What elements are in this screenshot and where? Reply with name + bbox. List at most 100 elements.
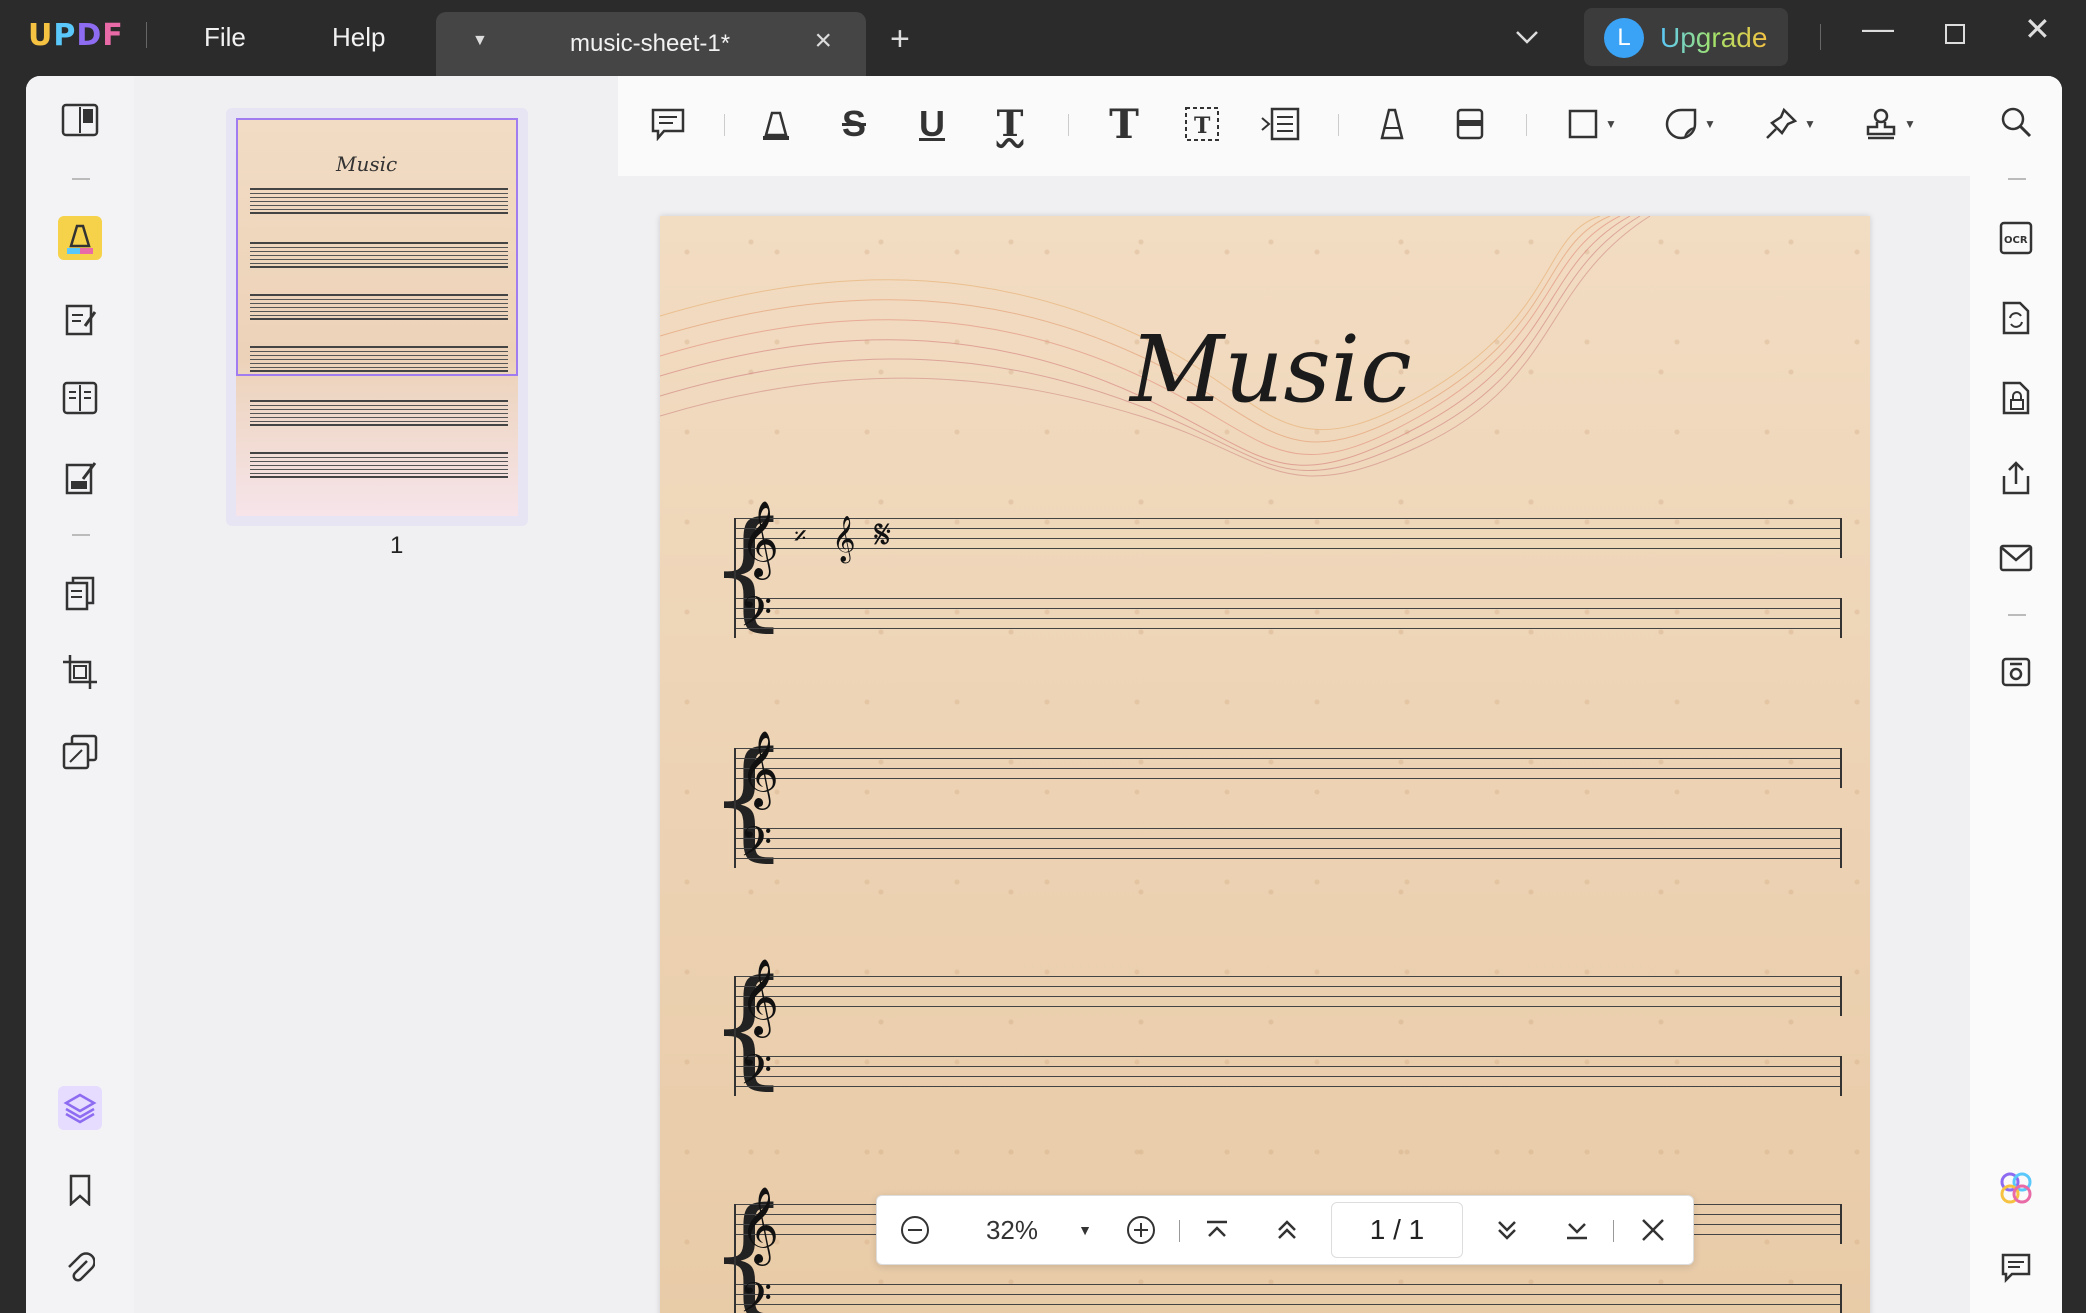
crop-icon[interactable] [58,650,102,694]
divider [72,178,90,180]
ocr-icon[interactable]: OCR [1994,216,2038,260]
svg-text:T: T [1194,113,1211,139]
ai-assistant-icon[interactable] [1994,1166,2038,1210]
new-tab-icon[interactable]: + [890,22,910,56]
document-title: Music [1130,316,1412,423]
divider [1820,24,1821,50]
edit-pdf-icon[interactable] [58,298,102,342]
zoom-dropdown-icon[interactable]: ▼ [1073,1210,1097,1250]
comments-panel-icon[interactable] [1994,1246,2038,1290]
bookmark-icon[interactable] [58,1168,102,1212]
layers-icon[interactable] [58,1086,102,1130]
page-thumbnail[interactable]: Music [226,108,528,526]
zoom-level[interactable]: 32% [967,1210,1057,1250]
bass-clef: 𝄢 [740,1274,773,1313]
bass-staff [734,1284,1842,1313]
pin-icon[interactable]: ▼ [1760,102,1820,146]
eraser-icon[interactable] [1448,102,1492,146]
divider [1068,114,1069,136]
divider [724,114,725,136]
divider [1338,114,1339,136]
tab-dropdown-icon[interactable]: ▼ [472,32,488,50]
grand-staff: { 𝄞 𝄢 [708,730,1842,876]
protect-icon[interactable] [1994,376,2038,420]
upgrade-label: Upgrade [1660,22,1768,53]
svg-text:OCR: OCR [2004,235,2028,246]
organize-pages-icon[interactable] [58,572,102,616]
shape-icon[interactable]: ▼ [1562,102,1622,146]
menu-file[interactable]: File [204,22,246,53]
watermark-icon[interactable] [58,730,102,774]
treble-clef: 𝄞 [740,730,780,807]
grand-staff: { 𝄞 𝄢 [708,958,1842,1104]
sign-icon[interactable] [58,456,102,500]
treble-staff [734,748,1842,788]
minimize-icon[interactable]: — [1862,10,1894,47]
last-page-icon[interactable] [1557,1210,1597,1250]
convert-icon[interactable] [1994,296,2038,340]
text-callout-icon[interactable] [1258,102,1302,146]
bass-clef: 𝄢 [740,588,773,646]
first-page-icon[interactable] [1197,1210,1237,1250]
bass-staff [734,598,1842,638]
sticker-icon[interactable]: ▼ [1660,102,1720,146]
thumbnail-panel: Music 1 [134,76,618,1313]
zoom-out-icon[interactable] [895,1210,935,1250]
upgrade-button[interactable]: L Upgrade [1584,8,1788,66]
small-treble-clef: 𝄞 [832,516,856,562]
highlight-tool-icon[interactable] [58,216,102,260]
bass-clef: 𝄢 [740,818,773,876]
right-toolbar: OCR [1970,76,2062,1313]
text-icon[interactable]: T [1102,101,1146,148]
treble-staff [734,976,1842,1016]
divider [2008,178,2026,180]
close-window-icon[interactable]: ✕ [2024,10,2051,48]
tab-close-icon[interactable]: × [814,24,832,58]
repeat-mark: 𝄎 [794,522,807,552]
title-bar: UPDF File Help ▼ music-sheet-1* × + L Up… [0,0,2086,76]
grand-staff: { 𝄞 𝄢 𝄎 𝄞 𝄋 [708,500,1842,646]
chevron-down-icon[interactable] [1514,22,1540,53]
underline-icon[interactable]: U [910,102,954,146]
zoom-navigation-bar: 32% ▼ 1 / 1 [876,1195,1694,1265]
next-page-icon[interactable] [1487,1210,1527,1250]
divider [1179,1220,1180,1242]
pencil-icon[interactable] [1370,102,1414,146]
annotation-toolbar: S U T T T ▼ ▼ ▼ ▼ [618,76,1970,176]
text-box-icon[interactable]: T [1180,102,1224,146]
treble-staff [734,518,1842,558]
strikethrough-icon[interactable]: S [832,102,876,146]
close-nav-bar-icon[interactable] [1633,1210,1673,1250]
email-icon[interactable] [1994,536,2038,580]
app-area: Music 1 S U T T T ▼ ▼ ▼ ▼ Music {𝄞 𝄢 𝄎 … [26,76,2062,1313]
divider [146,22,147,48]
divider [1613,1220,1614,1242]
save-icon[interactable] [1994,650,2038,694]
thumbnail-staff [250,452,508,478]
pdf-page: Music { 𝄞 𝄢 𝄎 𝄞 𝄋 { 𝄞 𝄢 {𝄞 𝄢 {𝄞 𝄢 [660,216,1870,1313]
search-icon[interactable] [1994,100,2038,144]
page-indicator[interactable]: 1 / 1 [1331,1202,1463,1258]
document-tab[interactable]: ▼ music-sheet-1* × [436,12,866,76]
page-layout-icon[interactable] [58,376,102,420]
avatar: L [1604,18,1644,58]
previous-page-icon[interactable] [1267,1210,1307,1250]
stamp-icon[interactable]: ▼ [1860,102,1920,146]
comment-icon[interactable] [646,102,690,146]
divider [1526,114,1527,136]
squiggly-text-icon[interactable]: T [988,102,1032,146]
highlighter-icon[interactable] [754,102,798,146]
bass-staff [734,1056,1842,1096]
divider [2008,614,2026,616]
attachment-icon[interactable] [58,1246,102,1290]
maximize-icon[interactable] [1944,16,1966,53]
bass-clef: 𝄢 [740,1046,773,1104]
treble-clef: 𝄞 [740,500,780,577]
zoom-in-icon[interactable] [1121,1210,1161,1250]
thumbnail-viewport-selection [236,118,518,376]
tab-title: music-sheet-1* [570,30,731,57]
menu-help[interactable]: Help [332,22,385,53]
reader-icon[interactable] [58,98,102,142]
share-icon[interactable] [1994,456,2038,500]
thumbnail-staff [250,400,508,426]
